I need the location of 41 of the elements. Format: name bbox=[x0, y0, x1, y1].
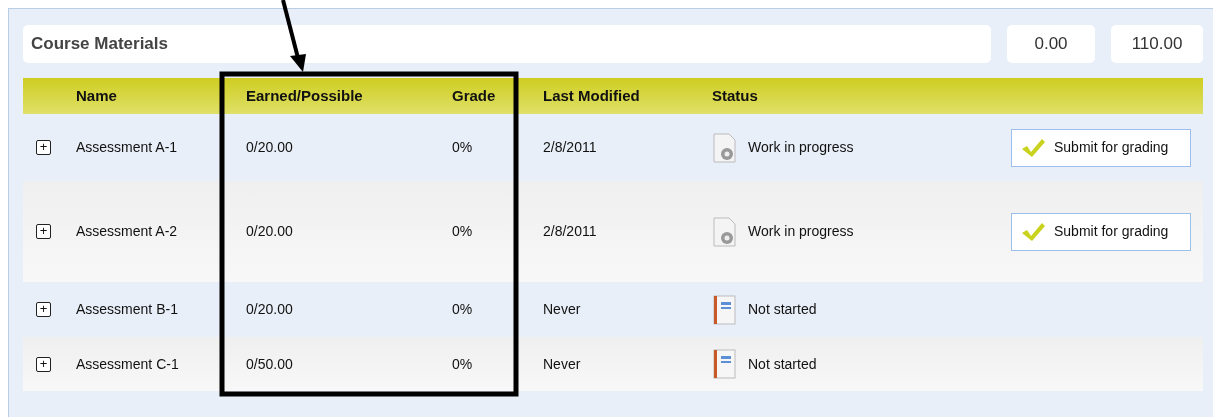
column-header: Name bbox=[76, 86, 117, 104]
assessment-name: Assessment C-1 bbox=[76, 355, 179, 372]
expand-button[interactable]: + bbox=[36, 224, 51, 239]
table-cell: 0% bbox=[452, 223, 473, 239]
column-header: Earned/Possible bbox=[246, 86, 363, 104]
submit-button[interactable]: Submit for grading bbox=[1011, 128, 1191, 167]
expand-button[interactable]: + bbox=[36, 302, 51, 317]
notebook-icon bbox=[712, 349, 738, 379]
document-gear-icon bbox=[712, 132, 738, 163]
possible-total: 110.00 bbox=[1111, 25, 1203, 63]
table-cell: 2/8/2011 bbox=[543, 139, 597, 155]
table-cell: 0/20.00 bbox=[246, 223, 293, 239]
assessment-name: Assessment A-1 bbox=[76, 139, 178, 155]
annotation-arrow bbox=[281, 0, 306, 72]
earned-total: 0.00 bbox=[1007, 25, 1095, 63]
notebook-icon bbox=[712, 294, 738, 325]
check-icon bbox=[1020, 220, 1046, 243]
table-cell: 0% bbox=[452, 139, 473, 155]
table-cell: 0% bbox=[452, 355, 473, 372]
table-cell: Never bbox=[543, 355, 581, 372]
column-header: Status bbox=[712, 86, 758, 104]
expand-button[interactable]: + bbox=[36, 356, 51, 372]
expand-button[interactable]: + bbox=[36, 140, 51, 155]
status-text: Not started bbox=[748, 354, 817, 374]
table-cell: Never bbox=[543, 301, 581, 317]
check-icon bbox=[1020, 136, 1046, 159]
submit-button[interactable]: Submit for grading bbox=[1011, 212, 1191, 251]
table-cell: 0% bbox=[452, 301, 473, 317]
assessment-name: Assessment A-2 bbox=[76, 223, 178, 239]
column-header: Grade bbox=[452, 86, 496, 104]
document-gear-icon bbox=[712, 216, 738, 247]
table-cell: 0/20.00 bbox=[246, 301, 293, 317]
table-cell: 0/20.00 bbox=[246, 139, 293, 155]
assessment-name: Assessment B-1 bbox=[76, 301, 178, 317]
column-header: Last Modified bbox=[543, 86, 640, 104]
section-title: Course Materials bbox=[23, 25, 991, 63]
status-text: Work in progress bbox=[748, 138, 854, 157]
status-text: Not started bbox=[748, 300, 817, 319]
table-cell: 2/8/2011 bbox=[543, 223, 597, 239]
table-cell: 0/50.00 bbox=[246, 355, 293, 372]
status-text: Work in progress bbox=[748, 222, 854, 241]
